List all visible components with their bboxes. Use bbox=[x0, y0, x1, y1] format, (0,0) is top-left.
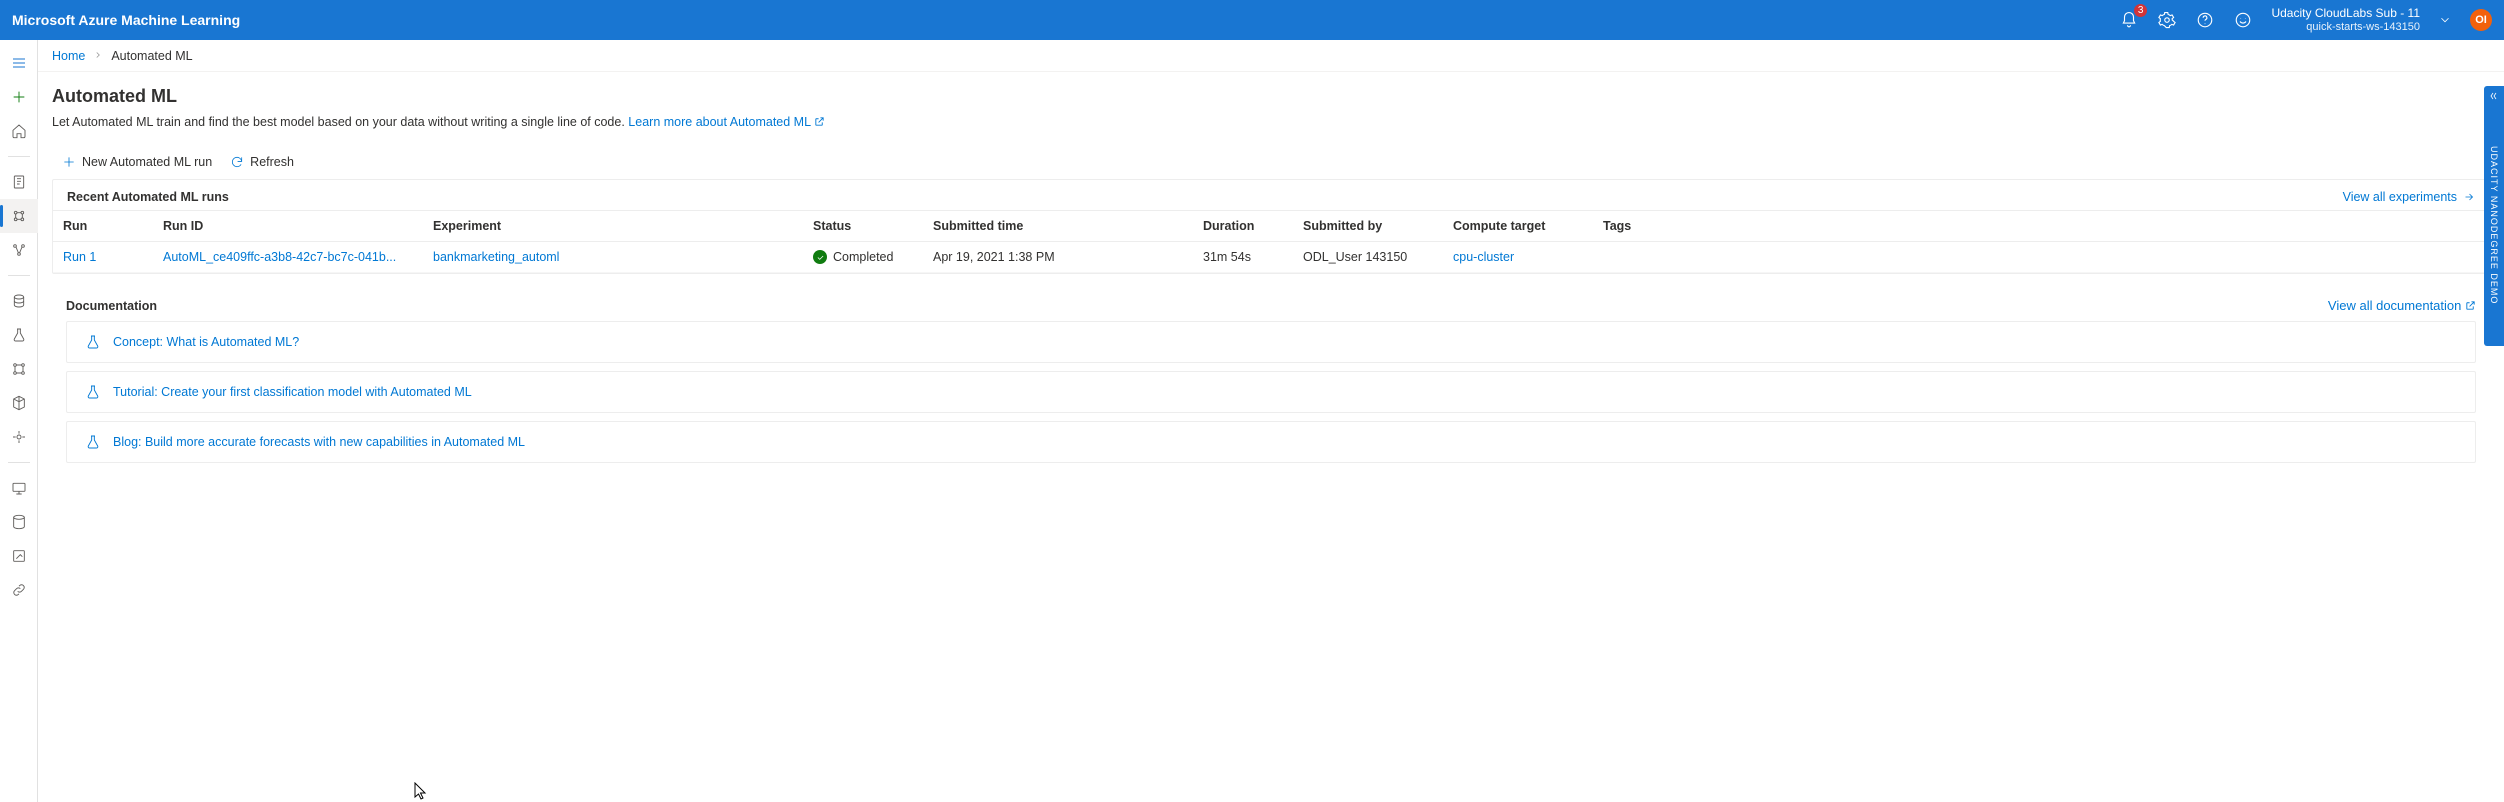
docs-header: Documentation View all documentation bbox=[52, 294, 2490, 321]
col-run[interactable]: Run bbox=[53, 211, 153, 242]
settings-icon[interactable] bbox=[2157, 10, 2177, 30]
duration: 31m 54s bbox=[1193, 242, 1293, 273]
view-all-experiments-link[interactable]: View all experiments bbox=[2343, 190, 2475, 204]
doc-link[interactable]: Tutorial: Create your first classificati… bbox=[113, 385, 472, 399]
run-link[interactable]: Run 1 bbox=[63, 250, 96, 264]
experiment-link[interactable]: bankmarketing_automl bbox=[433, 250, 559, 264]
runs-panel-header: Recent Automated ML runs View all experi… bbox=[53, 180, 2489, 210]
doc-link[interactable]: Blog: Build more accurate forecasts with… bbox=[113, 435, 525, 449]
refresh-icon bbox=[230, 155, 244, 169]
notifications-count: 3 bbox=[2134, 4, 2148, 17]
rail-models-icon[interactable] bbox=[0, 386, 38, 420]
flask-icon bbox=[85, 434, 101, 450]
breadcrumb-home[interactable]: Home bbox=[52, 49, 85, 63]
learn-more-link[interactable]: Learn more about Automated ML bbox=[628, 115, 825, 129]
feedback-icon[interactable] bbox=[2233, 10, 2253, 30]
refresh-button[interactable]: Refresh bbox=[230, 155, 294, 169]
brand-title: Microsoft Azure Machine Learning bbox=[12, 12, 240, 28]
submitted-time: Apr 19, 2021 1:38 PM bbox=[923, 242, 1193, 273]
col-tags[interactable]: Tags bbox=[1593, 211, 2489, 242]
rail-automl-icon[interactable] bbox=[0, 199, 38, 233]
doc-row[interactable]: Blog: Build more accurate forecasts with… bbox=[66, 421, 2476, 463]
rail-notebooks-icon[interactable] bbox=[0, 165, 38, 199]
workspace-name: quick-starts-ws-143150 bbox=[2306, 21, 2420, 34]
page-title: Automated ML bbox=[52, 86, 2490, 107]
left-rail bbox=[0, 40, 38, 802]
subscription-name: Udacity CloudLabs Sub - 11 bbox=[2271, 7, 2420, 21]
col-experiment[interactable]: Experiment bbox=[423, 211, 803, 242]
new-run-label: New Automated ML run bbox=[82, 155, 212, 169]
docs-title: Documentation bbox=[66, 299, 157, 313]
header-right: 3 Udacity CloudLabs Sub - 11 quick-start… bbox=[2119, 7, 2492, 33]
docs-section: Documentation View all documentation Con… bbox=[52, 294, 2490, 463]
page-description-text: Let Automated ML train and find the best… bbox=[52, 115, 628, 129]
external-link-icon bbox=[2465, 300, 2476, 311]
avatar-initials: OI bbox=[2475, 14, 2487, 26]
run-id-link[interactable]: AutoML_ce409ffc-a3b8-42c7-bc7c-041b... bbox=[163, 250, 396, 264]
rail-experiments-icon[interactable] bbox=[0, 318, 38, 352]
col-duration[interactable]: Duration bbox=[1193, 211, 1293, 242]
rail-endpoints-icon[interactable] bbox=[0, 420, 38, 454]
rail-designer-icon[interactable] bbox=[0, 233, 38, 267]
new-run-button[interactable]: New Automated ML run bbox=[62, 155, 212, 169]
command-bar: New Automated ML run Refresh bbox=[52, 151, 2490, 173]
compute-target-link[interactable]: cpu-cluster bbox=[1453, 250, 1514, 264]
refresh-label: Refresh bbox=[250, 155, 294, 169]
cursor-icon bbox=[414, 782, 428, 802]
right-ribbon[interactable]: UDACITY NANODEGREE DEMO bbox=[2484, 86, 2504, 346]
runs-panel-title: Recent Automated ML runs bbox=[67, 190, 229, 204]
notifications-icon[interactable]: 3 bbox=[2119, 10, 2139, 30]
rail-add-icon[interactable] bbox=[0, 80, 38, 114]
page-description: Let Automated ML train and find the best… bbox=[52, 115, 2490, 129]
chevron-right-icon bbox=[93, 49, 103, 63]
rail-datastores-icon[interactable] bbox=[0, 505, 38, 539]
col-compute-target[interactable]: Compute target bbox=[1443, 211, 1593, 242]
runs-table: Run Run ID Experiment Status Submitted t… bbox=[53, 210, 2489, 273]
table-row[interactable]: Run 1 AutoML_ce409ffc-a3b8-42c7-bc7c-041… bbox=[53, 242, 2489, 273]
arrow-right-icon bbox=[2463, 191, 2475, 203]
avatar[interactable]: OI bbox=[2470, 9, 2492, 31]
runs-panel: Recent Automated ML runs View all experi… bbox=[52, 179, 2490, 274]
submitted-by: ODL_User 143150 bbox=[1293, 242, 1443, 273]
rail-pipelines-icon[interactable] bbox=[0, 352, 38, 386]
main-column: Home Automated ML Automated ML Let Autom… bbox=[38, 40, 2504, 802]
help-icon[interactable] bbox=[2195, 10, 2215, 30]
rail-menu-icon[interactable] bbox=[0, 46, 38, 80]
subscription-block[interactable]: Udacity CloudLabs Sub - 11 quick-starts-… bbox=[2271, 7, 2420, 33]
doc-row[interactable]: Tutorial: Create your first classificati… bbox=[66, 371, 2476, 413]
ribbon-text: UDACITY NANODEGREE DEMO bbox=[2489, 146, 2499, 304]
flask-icon bbox=[85, 384, 101, 400]
status-cell: Completed bbox=[813, 250, 913, 264]
status-text: Completed bbox=[833, 250, 893, 264]
col-submitted-by[interactable]: Submitted by bbox=[1293, 211, 1443, 242]
breadcrumb: Home Automated ML bbox=[38, 40, 2504, 72]
status-success-icon bbox=[813, 250, 827, 264]
rail-compute-icon[interactable] bbox=[0, 471, 38, 505]
view-all-docs-link[interactable]: View all documentation bbox=[2328, 298, 2476, 313]
rail-home-icon[interactable] bbox=[0, 114, 38, 148]
flask-icon bbox=[85, 334, 101, 350]
doc-row[interactable]: Concept: What is Automated ML? bbox=[66, 321, 2476, 363]
rail-labeling-icon[interactable] bbox=[0, 539, 38, 573]
col-submitted-time[interactable]: Submitted time bbox=[923, 211, 1193, 242]
rail-datasets-icon[interactable] bbox=[0, 284, 38, 318]
tags bbox=[1593, 242, 2489, 273]
chevron-left-icon bbox=[2487, 90, 2499, 102]
doc-link[interactable]: Concept: What is Automated ML? bbox=[113, 335, 299, 349]
rail-linked-icon[interactable] bbox=[0, 573, 38, 607]
col-status[interactable]: Status bbox=[803, 211, 923, 242]
breadcrumb-current: Automated ML bbox=[111, 49, 192, 63]
top-header: Microsoft Azure Machine Learning 3 Udaci… bbox=[0, 0, 2504, 40]
subscription-chevron-icon[interactable] bbox=[2438, 13, 2452, 27]
col-run-id[interactable]: Run ID bbox=[153, 211, 423, 242]
table-header-row: Run Run ID Experiment Status Submitted t… bbox=[53, 211, 2489, 242]
plus-icon bbox=[62, 155, 76, 169]
